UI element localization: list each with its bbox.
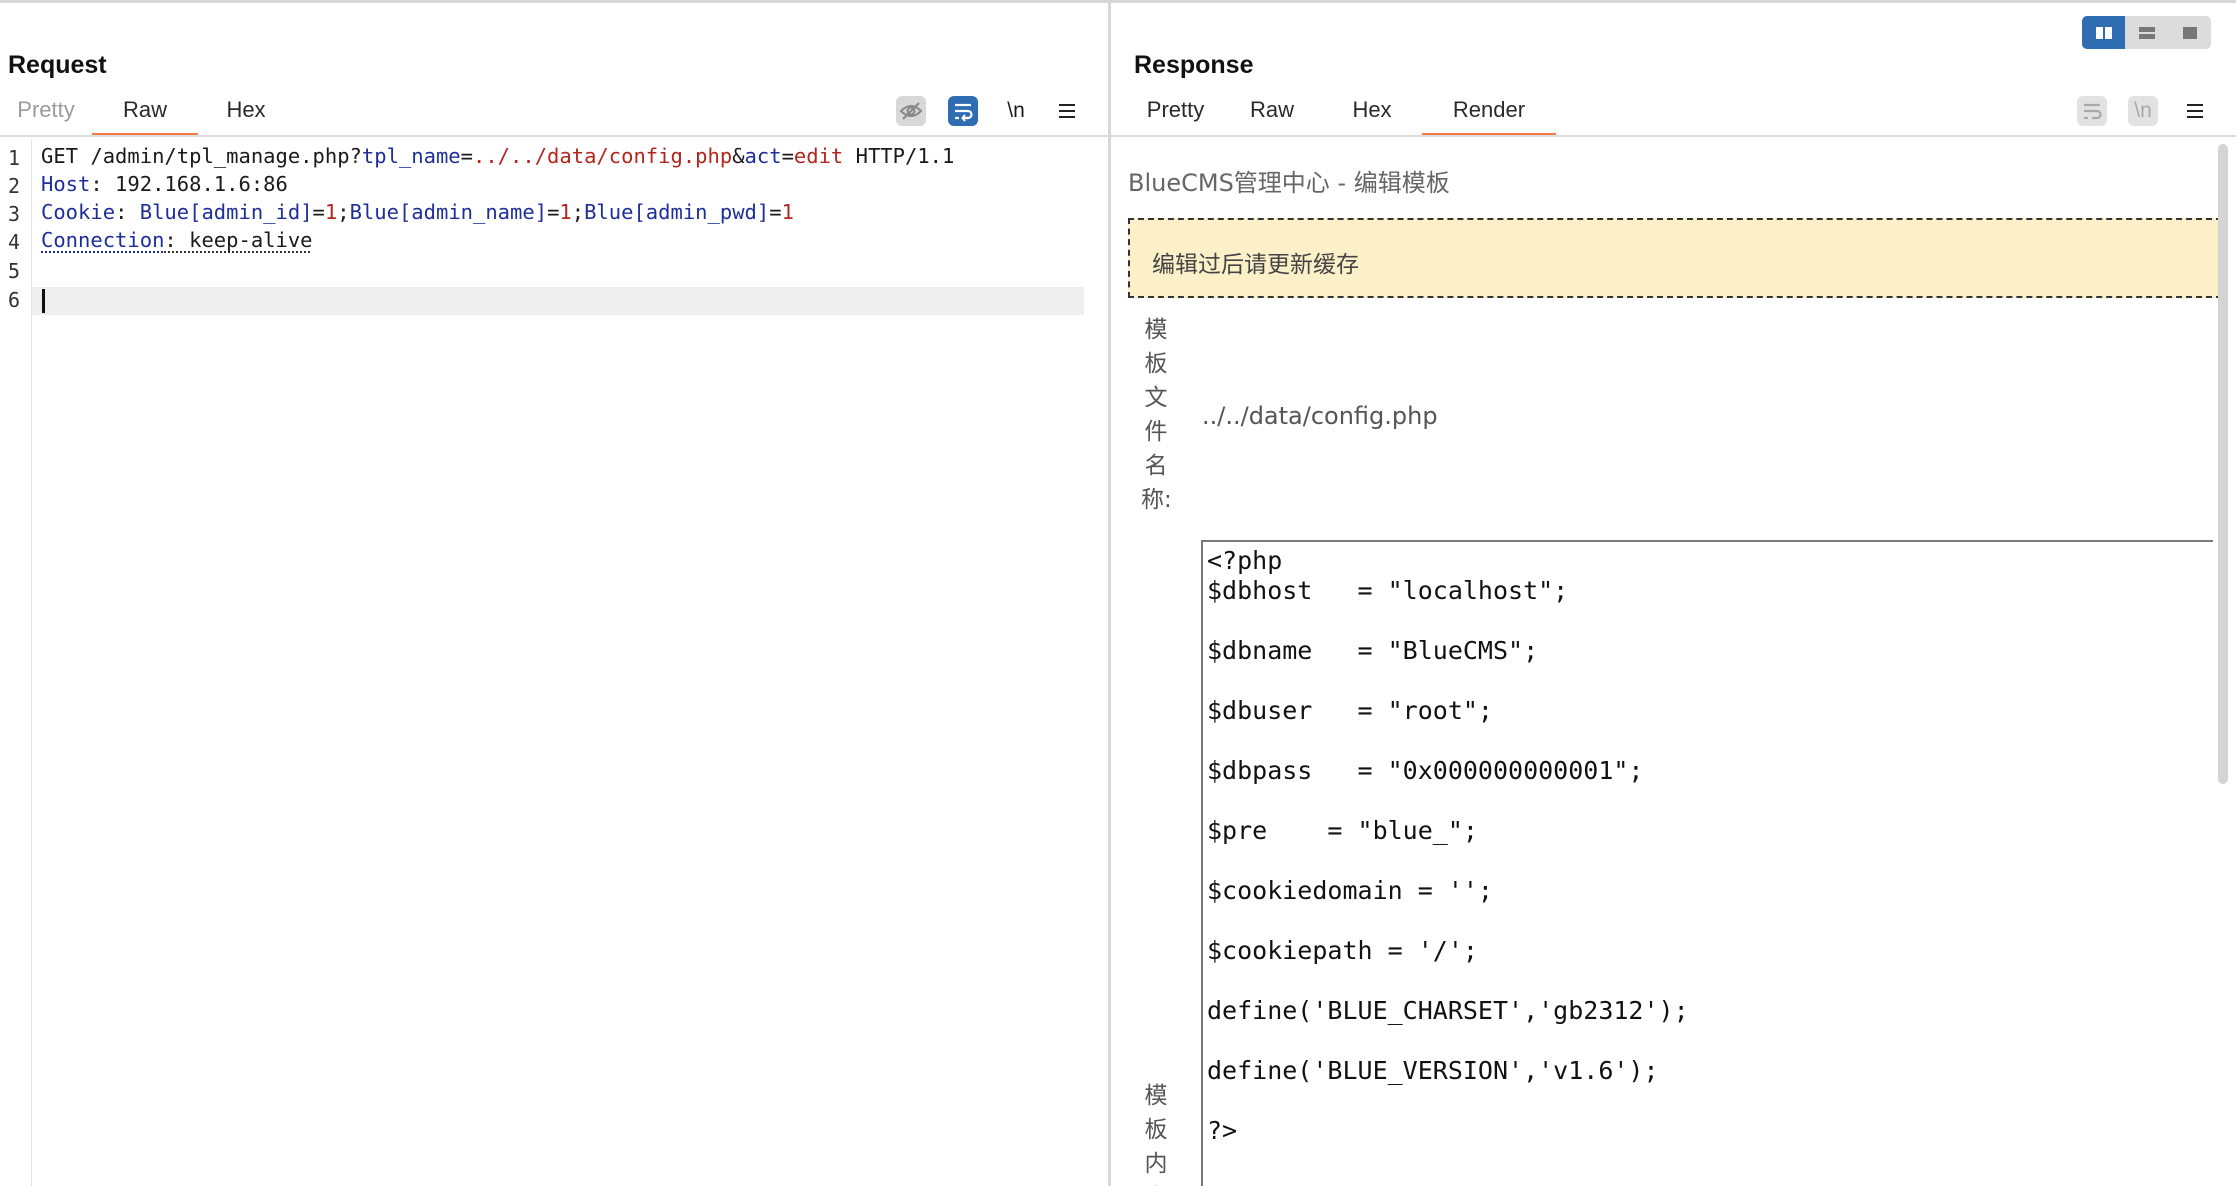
single-pane-icon[interactable] [2168, 16, 2211, 49]
hamburger-menu-icon[interactable] [1052, 96, 1082, 126]
layout-toggle-group [2082, 16, 2211, 49]
code-line: ?> [1207, 1116, 1238, 1145]
code-line: $dbuser = "root"; [1207, 696, 1493, 725]
code-line: $dbpass = "0x000000000001"; [1207, 756, 1644, 785]
line-number: 4 [8, 230, 21, 254]
tab-raw[interactable]: Raw [92, 89, 198, 137]
line-number: 6 [8, 288, 21, 312]
notice-text: 编辑过后请更新缓存 [1152, 252, 1359, 278]
rendered-page-title: BlueCMS管理中心 - 编辑模板 [1128, 169, 1450, 197]
eye-slash-icon[interactable] [896, 96, 926, 126]
request-title: Request [8, 51, 107, 79]
code-line: define('BLUE_VERSION','v1.6'); [1207, 1056, 1659, 1085]
render-scrollbar[interactable] [2214, 140, 2232, 1186]
code-line: <?php [1207, 546, 1283, 575]
scrollbar-thumb[interactable] [2218, 144, 2228, 784]
response-tabbar-line [1111, 135, 2236, 137]
request-line-4[interactable]: Connection: keep-alive [41, 228, 313, 252]
request-pane: Request Pretty Raw Hex \n 1 2 3 4 5 6 GE… [0, 3, 1108, 1186]
template-content-textarea[interactable]: <?php $dbhost = "localhost"; $dbname = "… [1201, 540, 2213, 1186]
request-line-3[interactable]: Cookie: Blue[admin_id]=1;Blue[admin_name… [41, 200, 794, 224]
hamburger-menu-icon[interactable] [2180, 96, 2210, 126]
current-line-highlight [32, 287, 1084, 315]
line-number: 2 [8, 174, 21, 198]
text-cursor [42, 289, 45, 313]
code-line: $dbhost = "localhost"; [1207, 576, 1569, 605]
split-rows-icon[interactable] [2125, 16, 2168, 49]
word-wrap-icon[interactable] [2077, 96, 2107, 126]
response-tabs: Pretty Raw Hex Render [1111, 89, 1556, 137]
code-line: $pre = "blue_"; [1207, 816, 1478, 845]
word-wrap-icon[interactable] [948, 96, 978, 126]
template-name-value: ../../data/config.php [1202, 402, 1438, 430]
code-line: $cookiepath = '/'; [1207, 936, 1478, 965]
code-line: $dbname = "BlueCMS"; [1207, 636, 1539, 665]
request-line-1[interactable]: GET /admin/tpl_manage.php?tpl_name=../..… [41, 144, 954, 168]
tab-hex[interactable]: Hex [198, 89, 294, 137]
request-line-2[interactable]: Host: 192.168.1.6:86 [41, 172, 288, 196]
tab-raw[interactable]: Raw [1222, 89, 1322, 137]
request-tabbar-line [0, 135, 1108, 137]
newline-toggle[interactable]: \n [2128, 96, 2158, 126]
tab-hex[interactable]: Hex [1322, 89, 1422, 137]
template-name-label: 模板文件名称: [1141, 317, 1172, 513]
response-pane: Response Pretty Raw Hex Render \n BlueCM… [1111, 3, 2236, 1186]
template-content-label: 模板内容 [1144, 1083, 1168, 1186]
response-title: Response [1134, 51, 1254, 79]
split-columns-icon[interactable] [2082, 16, 2125, 49]
tab-pretty[interactable]: Pretty [1129, 89, 1222, 137]
code-line: define('BLUE_CHARSET','gb2312'); [1207, 996, 1689, 1025]
line-number: 5 [8, 259, 21, 283]
notice-banner: 编辑过后请更新缓存 [1128, 218, 2222, 298]
tab-render[interactable]: Render [1422, 89, 1556, 137]
request-tabs: Pretty Raw Hex [0, 89, 294, 137]
tab-pretty[interactable]: Pretty [0, 89, 92, 137]
code-line: $cookiedomain = ''; [1207, 876, 1493, 905]
line-number: 3 [8, 202, 21, 226]
line-number: 1 [8, 146, 21, 170]
newline-toggle[interactable]: \n [1001, 96, 1031, 126]
